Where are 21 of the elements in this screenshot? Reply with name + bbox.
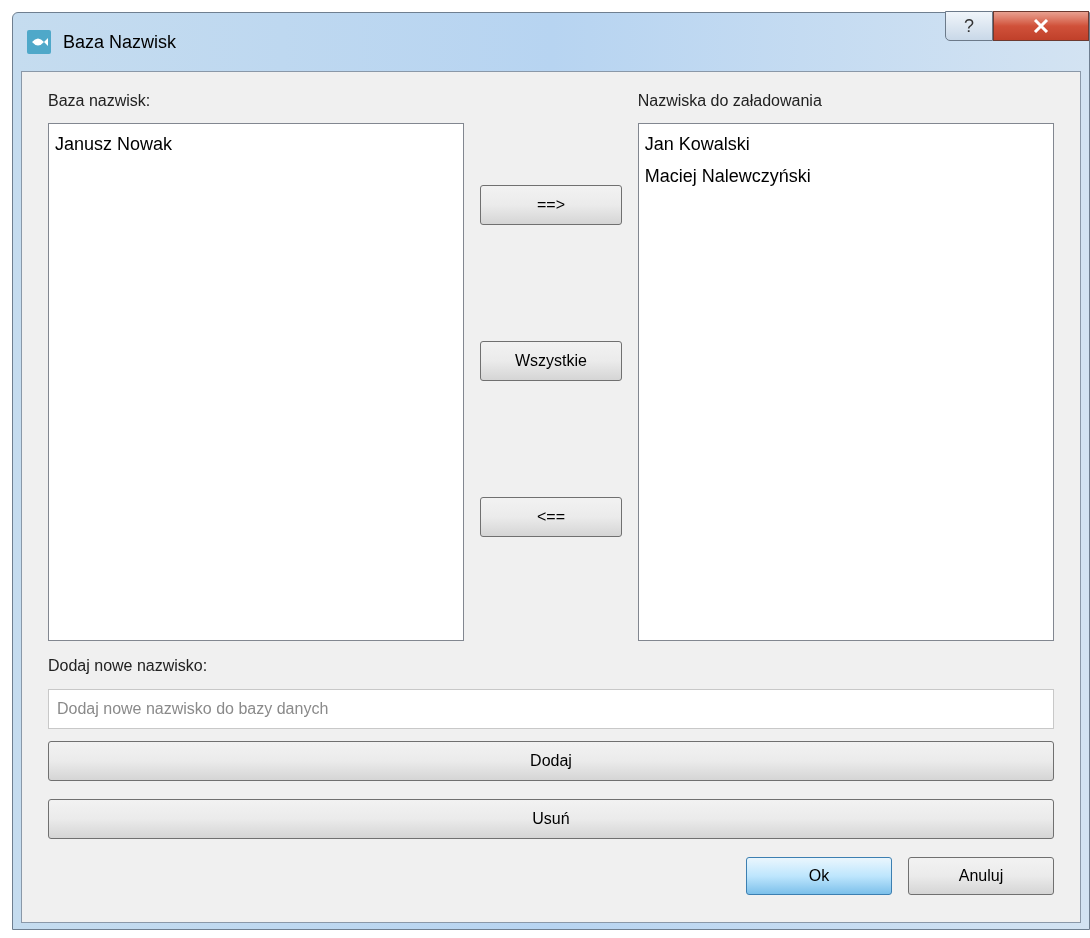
names-database-list[interactable]: Janusz Nowak [48, 123, 465, 641]
field-label: Dodaj nowe nazwisko: [48, 656, 209, 676]
names-to-load-list[interactable]: Jan Kowalski Maciej Nalewczyński [637, 123, 1054, 641]
window-title: Baza Nazwisk [63, 30, 177, 54]
add-button[interactable]: Dodaj [48, 741, 1054, 781]
close-icon [1033, 19, 1049, 33]
remove-button[interactable]: Usuń [48, 799, 1054, 839]
help-button[interactable]: ? [945, 11, 993, 41]
ok-button[interactable]: Ok [746, 857, 892, 895]
list-label: Baza nazwisk: [48, 91, 152, 111]
move-all-button[interactable]: Wszystkie [480, 341, 622, 381]
list-item[interactable]: Janusz Nowak [55, 128, 458, 160]
list-item[interactable]: Maciej Nalewczyński [644, 160, 1047, 192]
cancel-button[interactable]: Anuluj [908, 857, 1054, 895]
new-name-field[interactable]: Dodaj nowe nazwisko do bazy danych [48, 689, 1054, 729]
move-right-button[interactable]: ==> [480, 185, 622, 225]
fish-app-icon [27, 30, 51, 54]
list-item[interactable]: Jan Kowalski [644, 128, 1047, 160]
move-left-button[interactable]: <== [480, 497, 622, 537]
list-label: Nazwiska do załadowania [637, 91, 823, 111]
close-button[interactable] [993, 11, 1089, 41]
